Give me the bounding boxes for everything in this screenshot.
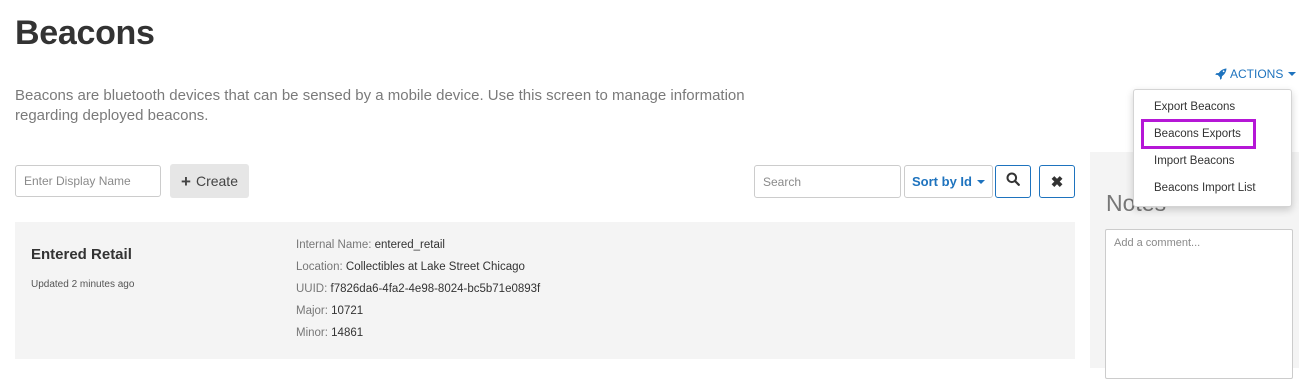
- menu-item-export-beacons[interactable]: Export Beacons: [1154, 101, 1235, 113]
- sort-dropdown-button[interactable]: Sort by Id: [904, 165, 993, 198]
- display-name-input[interactable]: [15, 165, 161, 197]
- actions-dropdown-button[interactable]: ACTIONS: [1215, 67, 1297, 81]
- actions-label: ACTIONS: [1230, 67, 1284, 81]
- beacon-uuid: UUID: f7826da6-4fa2-4e98-8024-bc5b71e089…: [296, 283, 541, 295]
- create-label: Create: [195, 173, 238, 189]
- notes-comment-input[interactable]: [1105, 229, 1293, 379]
- close-icon: ✖: [1050, 173, 1064, 191]
- actions-dropdown-menu: Export Beacons Beacons Exports Import Be…: [1133, 89, 1292, 207]
- beacon-location: Location: Collectibles at Lake Street Ch…: [296, 261, 525, 273]
- search-input[interactable]: [754, 165, 901, 198]
- page-description: Beacons are bluetooth devices that can b…: [15, 87, 745, 124]
- beacon-name: Entered Retail: [31, 246, 132, 263]
- beacon-updated-time: Updated 2 minutes ago: [31, 279, 135, 290]
- rocket-icon: [1215, 68, 1227, 80]
- create-button[interactable]: + Create: [170, 164, 249, 198]
- menu-item-beacons-exports[interactable]: Beacons Exports: [1154, 128, 1241, 140]
- search-button[interactable]: [995, 165, 1031, 198]
- beacon-internal-name: Internal Name: entered_retail: [296, 239, 445, 251]
- caret-down-icon: [1288, 72, 1297, 76]
- menu-item-beacons-import-list[interactable]: Beacons Import List: [1154, 182, 1256, 194]
- beacon-minor: Minor: 14861: [296, 327, 364, 339]
- clear-search-button[interactable]: ✖: [1039, 165, 1075, 198]
- beacon-card[interactable]: Entered Retail Updated 2 minutes ago Int…: [15, 222, 1075, 359]
- sort-label: Sort by Id: [912, 174, 972, 189]
- beacon-major: Major: 10721: [296, 305, 364, 317]
- caret-down-icon: [976, 179, 985, 184]
- menu-item-import-beacons[interactable]: Import Beacons: [1154, 155, 1235, 167]
- search-icon: [1006, 172, 1020, 191]
- plus-icon: +: [181, 171, 191, 191]
- page-title: Beacons: [15, 14, 155, 52]
